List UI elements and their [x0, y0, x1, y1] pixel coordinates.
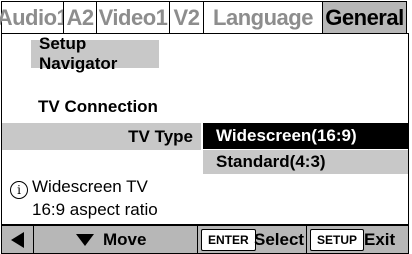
move-label: Move: [103, 229, 147, 249]
tab-video1[interactable]: Video1: [96, 1, 169, 34]
setup-menu-screen: Audio1 A2 Video1 V2 Language General Set…: [0, 0, 412, 254]
info-text: i Widescreen TV 16:9 aspect ratio: [10, 176, 158, 220]
option-standard[interactable]: Standard(4:3): [203, 150, 408, 174]
left-arrow-icon: [11, 226, 24, 253]
tv-type-label[interactable]: TV Type: [2, 123, 193, 150]
tab-bar: Audio1 A2 Video1 V2 Language General: [0, 1, 409, 34]
tab-general[interactable]: General: [322, 1, 407, 34]
select-label: Select: [254, 229, 305, 249]
option-widescreen[interactable]: Widescreen(16:9): [203, 123, 408, 149]
tab-v2[interactable]: V2: [169, 1, 203, 34]
exit-label: Exit: [364, 229, 396, 249]
setup-navigator-button[interactable]: Setup Navigator: [31, 34, 159, 73]
tab-language[interactable]: Language: [203, 1, 322, 34]
info-icon: i: [10, 181, 28, 199]
enter-key[interactable]: ENTER: [201, 226, 256, 253]
down-arrow-icon: [76, 226, 94, 253]
bottom-help-bar: Move ENTER Select SETUP Exit: [1, 225, 409, 254]
setup-key[interactable]: SETUP: [310, 226, 365, 253]
tab-a2[interactable]: A2: [63, 1, 96, 34]
info-line-2: 16:9 aspect ratio: [32, 200, 158, 219]
tab-audio1[interactable]: Audio1: [0, 1, 69, 34]
info-line-1: Widescreen TV: [32, 177, 148, 196]
section-heading: TV Connection: [38, 97, 158, 116]
